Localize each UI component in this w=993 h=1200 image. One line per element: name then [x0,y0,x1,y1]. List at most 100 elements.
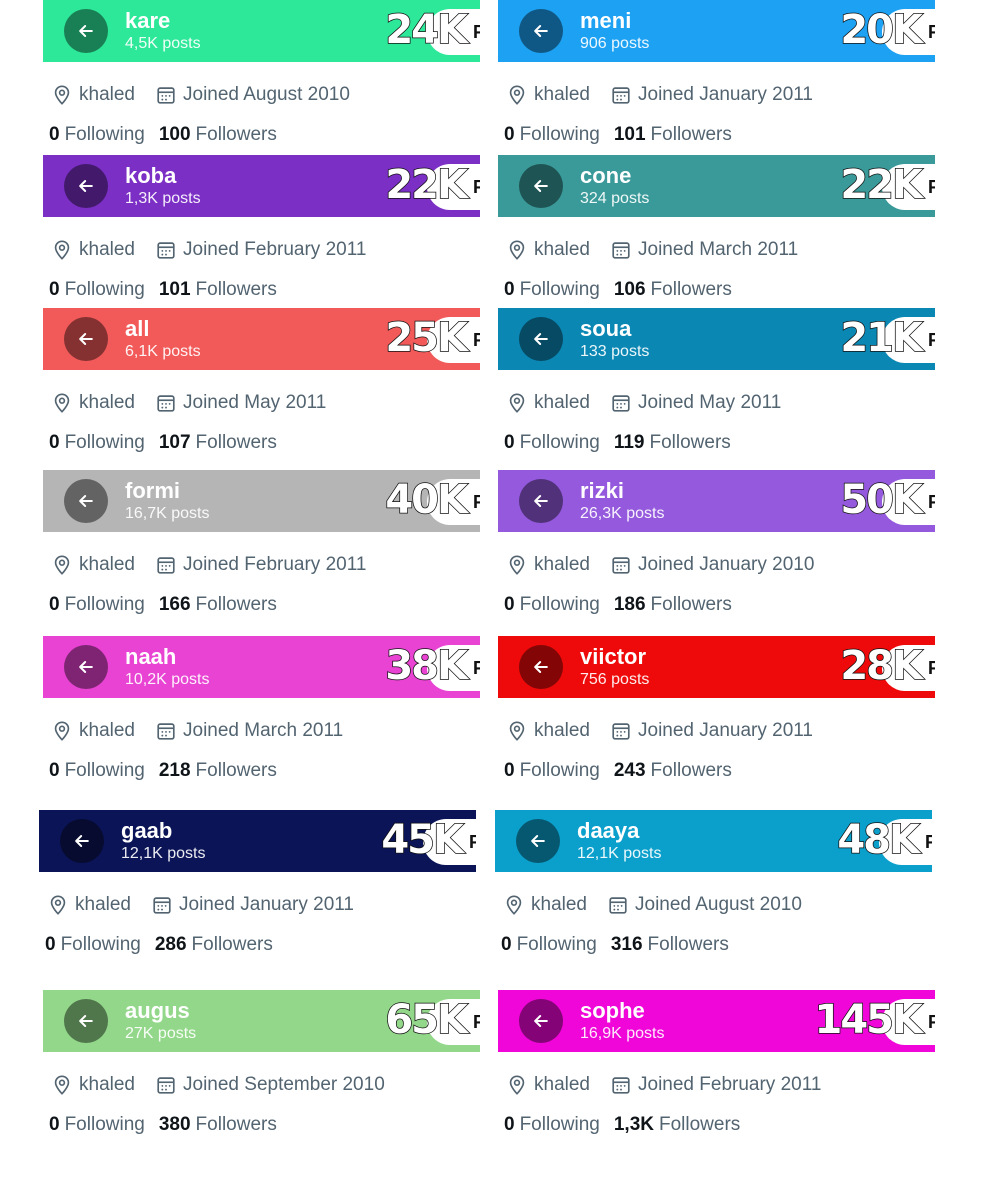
joined-date: Joined August 2010 [635,894,802,915]
following-link[interactable]: 0 Following [504,1114,600,1136]
profile-card: gaab 12,1K posts F 45K khaled Joined January … [39,810,476,960]
arrow-left-icon [531,329,551,349]
arrow-left-icon [76,176,96,196]
location-text: khaled [534,1074,590,1095]
profile-meta: khaled Joined January 2010 [506,552,814,578]
location-icon [506,1074,528,1096]
followers-link[interactable]: 101 Followers [614,124,732,146]
followers-link[interactable]: 119 Followers [614,432,731,454]
following-link[interactable]: 0 Following [49,124,145,146]
followers-link[interactable]: 316 Followers [611,934,729,956]
back-button[interactable] [64,317,108,361]
location-text: khaled [534,720,590,741]
following-label: Following [64,279,145,300]
overlay-count: 20K [840,6,924,54]
location-text: khaled [531,894,587,915]
post-count: 16,9K posts [580,1025,665,1042]
calendar-icon [610,392,632,414]
profile-name: viictor [580,644,647,669]
back-button[interactable] [519,999,563,1043]
back-button[interactable] [519,317,563,361]
following-link[interactable]: 0 Following [504,594,600,616]
back-button[interactable] [519,645,563,689]
overlay-count: 65K [385,996,469,1044]
followers-link[interactable]: 107 Followers [159,432,277,454]
profile-name: formi [125,478,180,503]
following-label: Following [519,760,600,781]
location-icon [506,554,528,576]
followers-link[interactable]: 380 Followers [159,1114,277,1136]
following-link[interactable]: 0 Following [45,934,141,956]
followers-count: 1,3K [613,1114,654,1135]
profile-header-banner: soua 133 posts F 21K [498,308,935,370]
following-link[interactable]: 0 Following [49,760,145,782]
back-button[interactable] [64,479,108,523]
profile-meta: khaled Joined February 2011 [51,552,366,578]
back-button[interactable] [64,9,108,53]
profile-header-banner: cone 324 posts F 22K [498,155,935,217]
followers-count: 243 [613,760,646,781]
profile-meta: khaled Joined February 2011 [51,237,366,263]
following-count: 0 [504,760,515,781]
followers-count: 166 [158,594,191,615]
following-link[interactable]: 0 Following [49,594,145,616]
joined-date: Joined September 2010 [183,1074,385,1095]
followers-link[interactable]: 218 Followers [159,760,277,782]
joined-date: Joined August 2010 [183,84,350,105]
followers-count: 380 [158,1114,191,1135]
profile-meta: khaled Joined May 2011 [51,390,326,416]
following-link[interactable]: 0 Following [49,279,145,301]
following-link[interactable]: 0 Following [49,432,145,454]
follow-stats: 0 Following 316 Followers [501,932,729,958]
calendar-icon [155,1074,177,1096]
following-count: 0 [504,432,515,453]
back-button[interactable] [60,819,104,863]
location-icon [506,84,528,106]
arrow-left-icon [72,831,92,851]
followers-link[interactable]: 243 Followers [614,760,732,782]
followers-link[interactable]: 100 Followers [159,124,277,146]
back-button[interactable] [519,164,563,208]
profile-meta: khaled Joined August 2010 [51,82,350,108]
joined-date: Joined February 2011 [183,239,367,260]
followers-label: Followers [647,934,729,955]
profile-header-banner: meni 906 posts F 20K [498,0,935,62]
location-icon [51,84,73,106]
followers-link[interactable]: 101 Followers [159,279,277,301]
location-icon [51,720,73,742]
followers-count: 101 [613,124,646,145]
overlay-count: 28K [840,642,924,690]
following-link[interactable]: 0 Following [501,934,597,956]
calendar-icon [155,84,177,106]
back-button[interactable] [64,164,108,208]
followers-link[interactable]: 286 Followers [155,934,273,956]
back-button[interactable] [519,479,563,523]
back-button[interactable] [519,9,563,53]
following-link[interactable]: 0 Following [504,279,600,301]
followers-link[interactable]: 106 Followers [614,279,732,301]
following-count: 0 [504,1114,515,1135]
profile-card: viictor 756 posts F 28K khaled Joined January… [498,636,935,786]
followers-label: Followers [191,934,273,955]
back-button[interactable] [64,645,108,689]
following-link[interactable]: 0 Following [504,432,600,454]
profile-name: naah [125,644,177,669]
joined-date: Joined January 2011 [179,894,354,915]
back-button[interactable] [516,819,560,863]
following-link[interactable]: 0 Following [49,1114,145,1136]
profile-meta: khaled Joined January 2011 [506,718,813,744]
following-link[interactable]: 0 Following [504,124,600,146]
followers-count: 286 [154,934,187,955]
back-button[interactable] [64,999,108,1043]
profile-name: daaya [577,818,640,843]
followers-count: 107 [158,432,191,453]
profile-card: all 6,1K posts F 25K khaled Joined May 2011 0 F… [43,308,480,458]
following-link[interactable]: 0 Following [504,760,600,782]
followers-link[interactable]: 166 Followers [159,594,277,616]
profile-card: rizki 26,3K posts F 50K khaled Joined January… [498,470,935,620]
followers-link[interactable]: 186 Followers [614,594,732,616]
location-text: khaled [79,554,135,575]
followers-label: Followers [650,279,732,300]
followers-link[interactable]: 1,3K Followers [614,1114,740,1136]
joined-date: Joined January 2011 [638,720,813,741]
